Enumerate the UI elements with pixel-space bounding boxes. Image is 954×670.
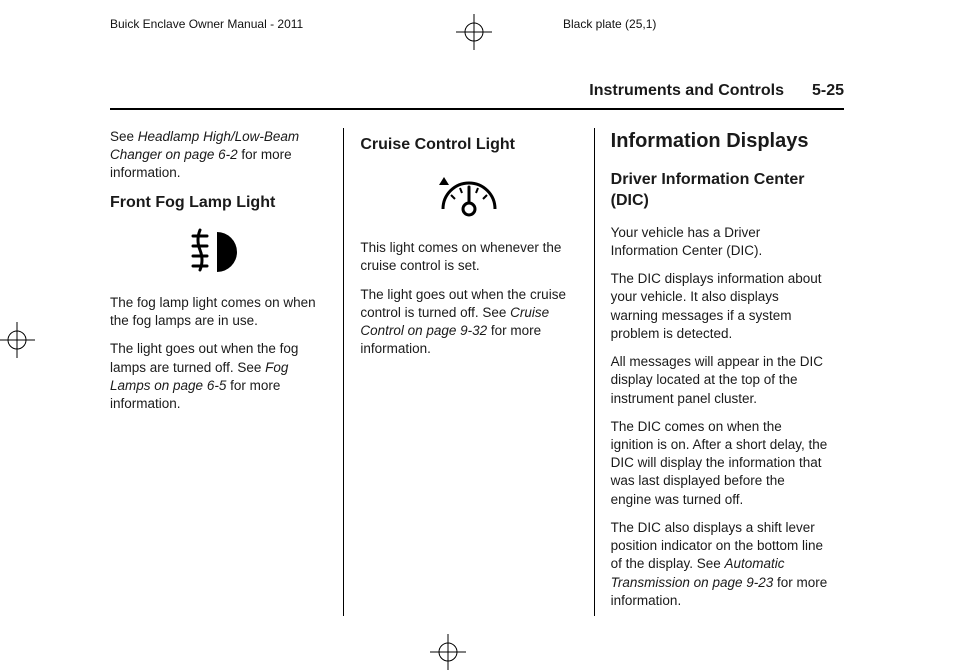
cruise-control-icon [360,167,577,223]
registration-mark-top-icon [456,14,492,50]
fog-lamp-icon [110,226,327,278]
heading-information-displays: Information Displays [611,128,828,155]
body-text: All messages will appear in the DIC disp… [611,353,828,408]
body-text: The light goes out when the fog lamps ar… [110,340,327,413]
content-columns: See Headlamp High/Low-Beam Changer on pa… [110,128,844,616]
text: The DIC also displays a shift lever posi… [611,520,823,571]
page-number: 5-25 [812,80,844,102]
heading-front-fog-lamp-light: Front Fog Lamp Light [110,192,327,214]
column-3: Information Displays Driver Information … [594,128,844,616]
registration-mark-bottom-icon [430,634,466,670]
body-text: This light comes on whenever the cruise … [360,239,577,275]
body-text: Your vehicle has a Driver Information Ce… [611,224,828,260]
intro-paragraph: See Headlamp High/Low-Beam Changer on pa… [110,128,327,183]
heading-driver-information-center: Driver Information Center (DIC) [611,169,828,212]
body-text: The DIC also displays a shift lever posi… [611,519,828,610]
plate-label: Black plate (25,1) [563,16,656,32]
doc-title: Buick Enclave Owner Manual - 2011 [110,16,303,32]
running-head: Instruments and Controls 5-25 [110,80,844,110]
section-title: Instruments and Controls [589,80,784,102]
body-text: The light goes out when the cruise contr… [360,286,577,359]
column-1: See Headlamp High/Low-Beam Changer on pa… [110,128,343,616]
text: See [110,129,138,144]
body-text: The DIC displays information about your … [611,270,828,343]
column-2: Cruise Control Light [343,128,593,616]
heading-cruise-control-light: Cruise Control Light [360,134,577,156]
registration-mark-left-icon [0,322,35,358]
page-frame: Instruments and Controls 5-25 See Headla… [110,80,844,608]
body-text: The DIC comes on when the ignition is on… [611,418,828,509]
body-text: The fog lamp light comes on when the fog… [110,294,327,330]
